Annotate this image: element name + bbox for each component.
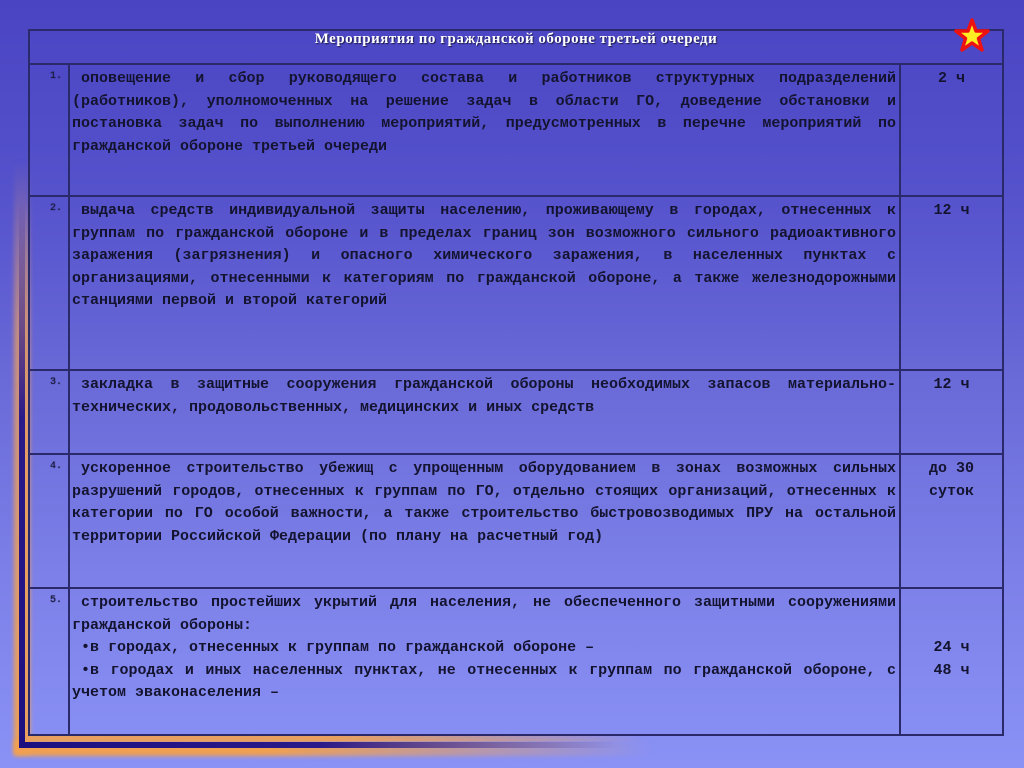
row-number: 4. <box>28 453 70 589</box>
row-number: 1. <box>28 63 70 197</box>
row-description: оповещение и сбор руководящего состава и… <box>68 63 901 197</box>
row-number: 3. <box>28 369 70 455</box>
duration-line <box>901 592 1002 615</box>
duration-line: 48 ч <box>933 661 970 679</box>
duration-line: 12 ч <box>933 202 970 219</box>
row-bullet-item: •в городах, отнесенных к группам по граж… <box>81 639 595 656</box>
row-duration: 12 ч <box>898 369 1005 455</box>
table-row: 5. строительство простейших укрытий для … <box>28 587 1005 736</box>
decorative-frame-bottom-inner <box>25 736 645 741</box>
row-number: 2. <box>28 195 70 371</box>
duration-line: 24 ч <box>933 639 970 656</box>
row-paragraph: строительство простейших укрытий для нас… <box>72 594 896 634</box>
row-description: закладка в защитные сооружения гражданск… <box>68 369 901 455</box>
table-row: 2. выдача средств индивидуальной защиты … <box>28 195 1005 371</box>
star-icon <box>954 18 990 52</box>
row-description: строительство простейших укрытий для нас… <box>68 587 901 736</box>
duration-line: суток <box>928 482 974 500</box>
row-paragraph: ускоренное строительство убежищ с упроще… <box>72 460 896 545</box>
measures-table: Мероприятия по гражданской обороне треть… <box>28 29 1005 736</box>
table-row: 3. закладка в защитные сооружения гражда… <box>28 369 1005 455</box>
row-number: 5. <box>28 587 70 736</box>
duration-line: 12 ч <box>933 376 970 393</box>
duration-line <box>901 615 1002 638</box>
row-duration: 24 ч 48 ч <box>898 587 1005 736</box>
table-row: 1. оповещение и сбор руководящего состав… <box>28 63 1005 197</box>
duration-line: до 30 <box>928 460 974 477</box>
row-description: выдача средств индивидуальной защиты нас… <box>68 195 901 371</box>
row-paragraph: оповещение и сбор руководящего состава и… <box>72 70 896 155</box>
decorative-frame-bottom-dark <box>19 742 619 748</box>
row-paragraph: закладка в защитные сооружения гражданск… <box>72 376 896 416</box>
row-duration: 12 ч <box>898 195 1005 371</box>
row-bullet-item: •в городах и иных населенных пунктах, не… <box>72 661 896 702</box>
table-row: 4. ускоренное строительство убежищ с упр… <box>28 453 1005 589</box>
row-paragraph: выдача средств индивидуальной защиты нас… <box>72 202 896 309</box>
row-duration: 2 ч <box>898 63 1005 197</box>
table-title: Мероприятия по гражданской обороне треть… <box>28 29 1004 65</box>
duration-line: 2 ч <box>937 70 965 87</box>
table-header-row: Мероприятия по гражданской обороне треть… <box>28 29 1004 65</box>
row-duration: до 30 суток <box>898 453 1005 589</box>
row-description: ускоренное строительство убежищ с упроще… <box>68 453 901 589</box>
